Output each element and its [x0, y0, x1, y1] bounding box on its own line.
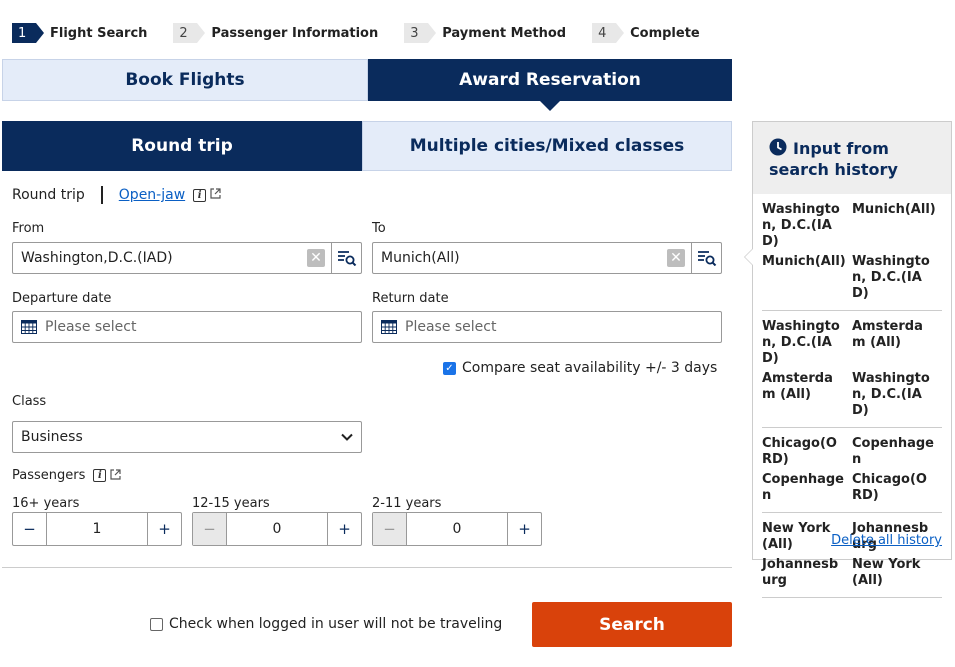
history-origin: Chicago(ORD) [762, 436, 837, 467]
clock-icon [769, 138, 787, 156]
search-list-icon[interactable] [331, 243, 361, 273]
step-flight-search: 1 Flight Search [12, 23, 147, 43]
increment-button[interactable]: + [507, 513, 541, 545]
step-label: Passenger Information [211, 25, 379, 41]
youth-label: 12-15 years [192, 496, 270, 511]
history-header: Input from search history [753, 122, 951, 194]
tab-round-trip[interactable]: Round trip [2, 121, 362, 171]
search-button[interactable]: Search [532, 602, 732, 647]
to-label: To [372, 221, 386, 236]
step-number: 3 [404, 23, 437, 43]
info-icon[interactable]: i [193, 188, 207, 202]
history-destination: New York(All) [852, 557, 921, 588]
return-date-field[interactable]: Please select [372, 311, 722, 343]
search-list-icon[interactable] [691, 243, 721, 273]
to-field[interactable]: Munich(All) ✕ [372, 242, 722, 274]
adult-label: 16+ years [12, 496, 80, 511]
history-origin: Washington, D.C.(IAD) [762, 202, 840, 249]
delete-history-link[interactable]: Delete all history [831, 533, 942, 548]
increment-button[interactable]: + [327, 513, 361, 545]
step-label: Flight Search [50, 25, 148, 41]
history-item[interactable]: Chicago(ORD) Copenhagen Copenhagen Chicago… [762, 428, 942, 513]
trip-tabs: Round trip Multiple cities/Mixed classes [2, 121, 732, 171]
external-link-icon [210, 188, 221, 202]
history-item[interactable]: Washington, D.C.(IAD) Amsterdam (All) Ams… [762, 311, 942, 428]
search-history-panel: Input from search history Washington, D.… [744, 121, 952, 598]
from-field[interactable]: Washington,D.C.(IAD) ✕ [12, 242, 362, 274]
trip-type-current: Round trip [12, 187, 85, 203]
tab-book-flights[interactable]: Book Flights [2, 59, 368, 101]
passengers-label: Passengers [12, 468, 86, 483]
step-number: 4 [592, 23, 625, 43]
class-value: Business [21, 429, 83, 445]
info-icon[interactable]: i [93, 469, 107, 482]
history-destination: Washington, D.C.(IAD) [852, 254, 930, 301]
step-number: 2 [173, 23, 206, 43]
child-count[interactable]: 0 [407, 513, 507, 545]
compare-label: Compare seat availability +/- 3 days [462, 360, 718, 376]
clear-icon[interactable]: ✕ [307, 249, 325, 267]
history-destination: Munich(All) [852, 202, 936, 217]
increment-button[interactable]: + [147, 513, 181, 545]
departure-label: Departure date [12, 291, 112, 306]
history-title: Input from search history [769, 139, 898, 179]
history-origin: Munich(All) [762, 254, 846, 269]
chevron-down-icon [341, 433, 353, 441]
trip-type-row: Round trip Open-jaw i [12, 186, 221, 204]
booking-type-tabs: Book Flights Award Reservation [2, 59, 732, 111]
compare-checkbox[interactable]: ✓ [443, 361, 456, 375]
class-label: Class [12, 394, 47, 409]
step-label: Complete [630, 25, 700, 41]
divider [2, 567, 732, 568]
history-origin: Johannesburg [762, 557, 839, 588]
calendar-icon [381, 320, 397, 334]
passengers-header: Passengers i [12, 468, 121, 483]
decrement-button[interactable]: − [373, 513, 407, 545]
child-label: 2-11 years [372, 496, 442, 511]
history-destination: Chicago(ORD) [852, 472, 927, 503]
from-value[interactable]: Washington,D.C.(IAD) [13, 250, 307, 266]
calendar-icon [21, 320, 37, 334]
open-jaw-link[interactable]: Open-jaw [119, 187, 185, 203]
to-value[interactable]: Munich(All) [373, 250, 667, 266]
not-traveling-checkbox[interactable] [150, 617, 163, 631]
history-item[interactable]: New York(All) Johannesburg Johannesburg Ne… [762, 513, 942, 598]
tab-multiple-cities[interactable]: Multiple cities/Mixed classes [362, 121, 732, 171]
step-passenger-information: 2 Passenger Information [173, 23, 378, 43]
history-destination: Washington, D.C.(IAD) [852, 371, 930, 418]
compare-availability[interactable]: ✓ Compare seat availability +/- 3 days [443, 360, 717, 376]
departure-date-field[interactable]: Please select [12, 311, 362, 343]
youth-count[interactable]: 0 [227, 513, 327, 545]
return-placeholder: Please select [405, 319, 497, 335]
step-complete: 4 Complete [592, 23, 700, 43]
departure-placeholder: Please select [45, 319, 137, 335]
progress-steps: 1 Flight Search 2 Passenger Information … [12, 23, 726, 43]
decrement-button[interactable]: − [13, 513, 47, 545]
external-link-icon [110, 468, 121, 483]
decrement-button[interactable]: − [193, 513, 227, 545]
return-label: Return date [372, 291, 449, 306]
clear-icon[interactable]: ✕ [667, 249, 685, 267]
history-origin: Amsterdam (All) [762, 371, 833, 402]
tab-award-reservation[interactable]: Award Reservation [368, 59, 732, 111]
step-number: 1 [12, 23, 44, 43]
step-label: Payment Method [442, 25, 567, 41]
not-traveling-label: Check when logged in user will not be tr… [169, 616, 503, 632]
youth-stepper: − 0 + [192, 512, 362, 546]
from-label: From [12, 221, 45, 236]
history-destination: Amsterdam (All) [852, 319, 923, 350]
child-stepper: − 0 + [372, 512, 542, 546]
history-origin: Copenhagen [762, 472, 844, 503]
adult-count[interactable]: 1 [47, 513, 147, 545]
history-destination: Copenhagen [852, 436, 934, 467]
class-select[interactable]: Business [12, 421, 362, 453]
history-item[interactable]: Washington, D.C.(IAD) Munich(All) Munich(… [762, 194, 942, 311]
step-payment-method: 3 Payment Method [404, 23, 566, 43]
adult-stepper: − 1 + [12, 512, 182, 546]
history-origin: Washington, D.C.(IAD) [762, 319, 840, 366]
not-traveling-option[interactable]: Check when logged in user will not be tr… [150, 616, 502, 632]
divider [100, 186, 103, 204]
